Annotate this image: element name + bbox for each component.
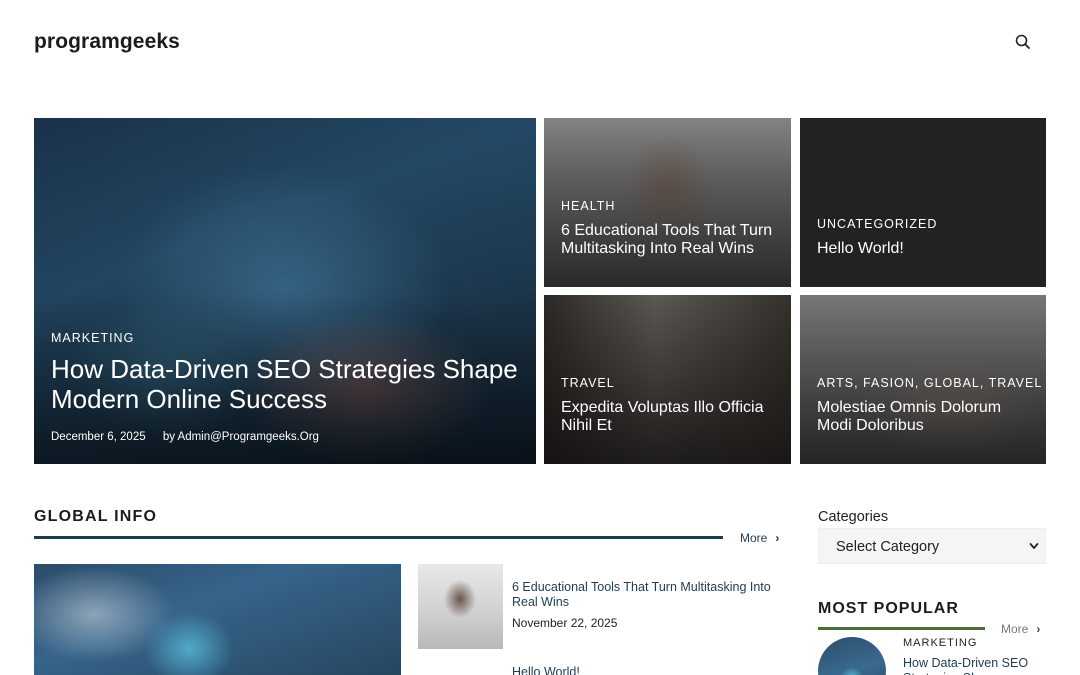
chevron-right-icon: › <box>775 531 780 545</box>
post-title[interactable]: Expedita Voluptas Illo Officia Nihil Et <box>561 399 781 435</box>
post-category[interactable]: UNCATEGORIZED <box>817 217 937 231</box>
most-popular-more-link[interactable]: More › <box>1001 622 1040 636</box>
post-date[interactable]: December 6, 2025 <box>51 431 146 443</box>
categories-label: Categories <box>818 509 889 525</box>
post-thumbnail[interactable] <box>34 564 401 675</box>
post-title[interactable]: How Data-Driven SEO Strategies Shape Mod… <box>903 656 1043 675</box>
post-title[interactable]: Hello World! <box>817 240 1037 258</box>
category-select[interactable]: Select Category <box>818 528 1046 564</box>
section-divider <box>34 536 723 539</box>
post-category[interactable]: ARTS, FASION, GLOBAL, TRAVEL <box>817 376 1042 390</box>
post-title[interactable]: 6 Educational Tools That Turn Multitaski… <box>561 222 781 258</box>
chevron-right-icon: › <box>1036 622 1041 636</box>
search-icon[interactable] <box>1012 31 1034 53</box>
post-category[interactable]: MARKETING <box>51 331 134 345</box>
featured-tile[interactable]: TRAVEL Expedita Voluptas Illo Officia Ni… <box>544 295 791 464</box>
featured-tile[interactable]: HEALTH 6 Educational Tools That Turn Mul… <box>544 118 791 287</box>
featured-tile[interactable]: ARTS, FASION, GLOBAL, TRAVEL Molestiae O… <box>800 295 1046 464</box>
select-value: Select Category <box>836 539 940 555</box>
post-thumbnail[interactable] <box>418 564 503 649</box>
site-title[interactable]: programgeeks <box>34 30 180 54</box>
post-category[interactable]: HEALTH <box>561 199 615 213</box>
post-thumbnail[interactable] <box>818 637 886 675</box>
post-author[interactable]: by Admin@Programgeeks.Org <box>163 431 319 443</box>
post-category[interactable]: MARKETING <box>903 637 977 649</box>
section-title-global-info: GLOBAL INFO <box>34 508 158 525</box>
chevron-down-icon <box>1029 543 1039 549</box>
global-info-more-link[interactable]: More › <box>740 531 779 545</box>
featured-main-post[interactable]: MARKETING How Data-Driven SEO Strategies… <box>34 118 536 464</box>
post-title[interactable]: How Data-Driven SEO Strategies Shape Mod… <box>51 354 521 414</box>
post-title[interactable]: 6 Educational Tools That Turn Multitaski… <box>512 580 782 610</box>
more-label: More <box>1001 622 1029 636</box>
post-meta: December 6, 2025 by Admin@Programgeeks.O… <box>51 431 333 443</box>
post-title[interactable]: Molestiae Omnis Dolorum Modi Doloribus <box>817 399 1037 435</box>
featured-tile[interactable]: UNCATEGORIZED Hello World! <box>800 118 1046 287</box>
section-title-most-popular: MOST POPULAR <box>818 600 959 617</box>
post-title[interactable]: Hello World! <box>512 665 782 675</box>
post-category[interactable]: TRAVEL <box>561 376 615 390</box>
more-label: More <box>740 531 768 545</box>
post-date: November 22, 2025 <box>512 616 618 630</box>
section-divider <box>818 627 985 630</box>
